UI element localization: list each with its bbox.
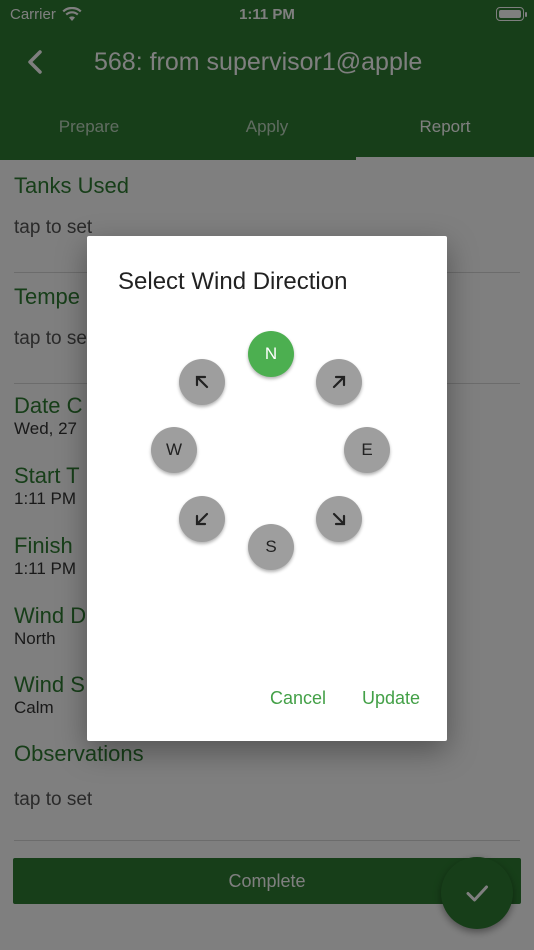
direction-e-button[interactable]: E — [344, 427, 390, 473]
arrow-down-right-icon — [332, 512, 346, 526]
arrow-up-left-icon — [195, 375, 209, 389]
direction-w-button[interactable]: W — [151, 427, 197, 473]
direction-sw-button[interactable] — [179, 496, 225, 542]
wind-direction-dialog: Select Wind Direction N E S W Cancel Upd… — [87, 236, 447, 741]
update-button[interactable]: Update — [362, 688, 420, 709]
direction-s-button[interactable]: S — [248, 524, 294, 570]
direction-n-button[interactable]: N — [248, 331, 294, 377]
cancel-button[interactable]: Cancel — [270, 688, 326, 709]
arrow-down-left-icon — [195, 512, 209, 526]
direction-nw-button[interactable] — [179, 359, 225, 405]
arrow-up-right-icon — [332, 375, 346, 389]
dialog-title: Select Wind Direction — [118, 268, 348, 295]
direction-se-button[interactable] — [316, 496, 362, 542]
direction-ne-button[interactable] — [316, 359, 362, 405]
